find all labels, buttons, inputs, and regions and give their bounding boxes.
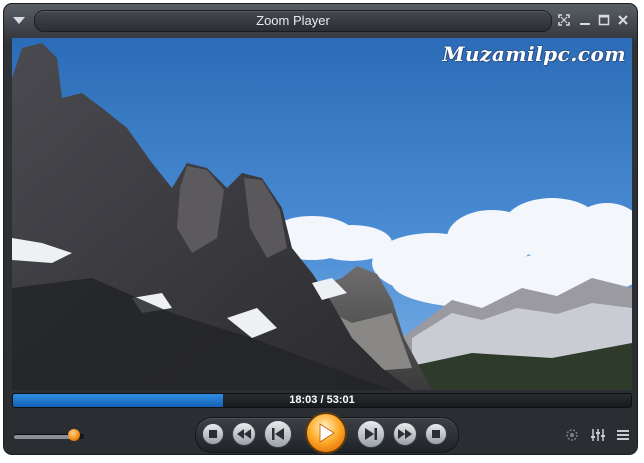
stop-icon xyxy=(209,430,217,438)
volume-knob[interactable] xyxy=(67,429,80,441)
window-title: Zoom Player xyxy=(256,13,330,28)
title-bar[interactable]: Zoom Player xyxy=(4,4,637,36)
play-button[interactable] xyxy=(305,412,347,454)
watermark: Muzamilpc.com xyxy=(442,42,626,66)
seek-bar[interactable]: 18:03 / 53:01 xyxy=(12,393,632,408)
time-display: 18:03 / 53:01 xyxy=(289,394,355,406)
settings-icon xyxy=(566,429,578,441)
maximize-button[interactable] xyxy=(596,12,612,28)
player-window: Zoom Player Muzamilpc.com 18:03 / 53:01 xyxy=(3,3,638,455)
control-bar xyxy=(4,412,637,454)
rewind-button[interactable] xyxy=(232,422,256,446)
playlist-button[interactable] xyxy=(613,425,633,445)
settings-button[interactable] xyxy=(562,425,582,445)
fullscreen-button[interactable] xyxy=(556,12,572,28)
previous-button[interactable] xyxy=(264,420,292,448)
equalizer-button[interactable] xyxy=(588,425,608,445)
video-display[interactable]: Muzamilpc.com xyxy=(12,38,632,390)
minimize-button[interactable] xyxy=(577,12,593,28)
fullscreen-icon xyxy=(558,14,570,26)
stop-button[interactable] xyxy=(202,423,224,445)
forward-button[interactable] xyxy=(393,422,417,446)
volume-fill xyxy=(14,435,74,439)
eject-icon xyxy=(432,430,440,438)
close-button[interactable] xyxy=(615,12,631,28)
skip-next-icon xyxy=(365,428,377,440)
triangle-down-icon xyxy=(13,17,25,24)
equalizer-icon xyxy=(591,429,605,441)
rewind-icon xyxy=(237,429,251,439)
video-frame xyxy=(12,38,632,390)
title-pill: Zoom Player xyxy=(34,10,552,32)
close-icon xyxy=(618,15,628,25)
skip-previous-icon xyxy=(272,428,284,440)
menu-toggle-button[interactable] xyxy=(12,13,26,25)
play-icon xyxy=(319,423,335,443)
eject-button[interactable] xyxy=(425,423,447,445)
next-button[interactable] xyxy=(357,420,385,448)
maximize-icon xyxy=(598,14,610,26)
fast-forward-icon xyxy=(398,429,412,439)
playlist-icon xyxy=(617,430,629,440)
minimize-icon xyxy=(580,23,590,25)
